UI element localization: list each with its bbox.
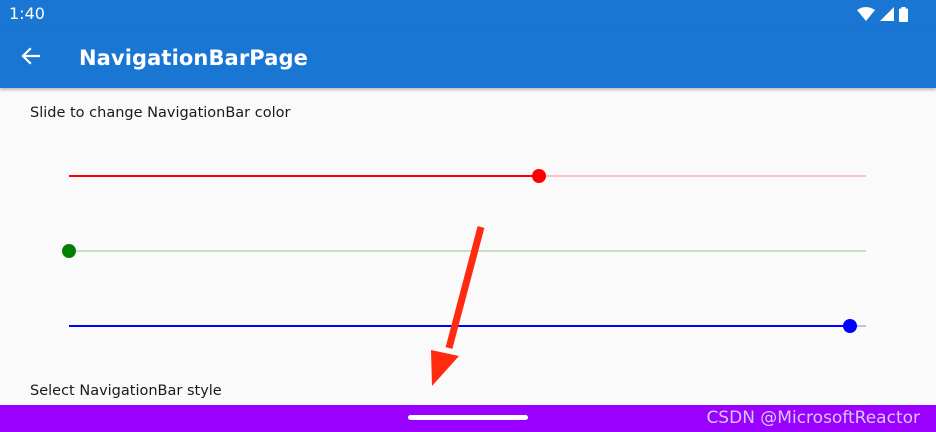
- green-slider-thumb[interactable]: [62, 244, 76, 258]
- cell-signal-icon: [880, 7, 894, 21]
- battery-icon: [899, 6, 908, 22]
- page-title: NavigationBarPage: [79, 46, 308, 70]
- wifi-icon: [857, 7, 875, 21]
- blue-slider[interactable]: [69, 316, 866, 336]
- instruction-label: Slide to change NavigationBar color: [30, 105, 291, 121]
- navigation-bar: CSDN @MicrosoftReactor: [0, 405, 936, 432]
- page-content: Slide to change NavigationBar color Sele…: [0, 88, 936, 405]
- navigation-bar-style-label: Select NavigationBar style: [30, 383, 222, 399]
- red-slider-fill: [69, 175, 540, 177]
- home-gesture-handle[interactable]: [408, 415, 528, 420]
- red-slider-thumb[interactable]: [532, 169, 547, 183]
- blue-slider-fill: [69, 325, 851, 327]
- green-slider[interactable]: [62, 241, 866, 261]
- watermark: CSDN @MicrosoftReactor: [706, 408, 920, 428]
- blue-slider-thumb[interactable]: [843, 319, 858, 333]
- status-icons: [857, 6, 908, 22]
- back-button[interactable]: [14, 42, 46, 74]
- app-bar: NavigationBarPage: [0, 28, 936, 88]
- red-slider[interactable]: [69, 166, 866, 186]
- status-time: 1:40: [9, 4, 45, 23]
- green-slider-track: [69, 250, 866, 252]
- arrow-left-icon: [20, 46, 41, 70]
- status-bar: 1:40: [0, 0, 936, 28]
